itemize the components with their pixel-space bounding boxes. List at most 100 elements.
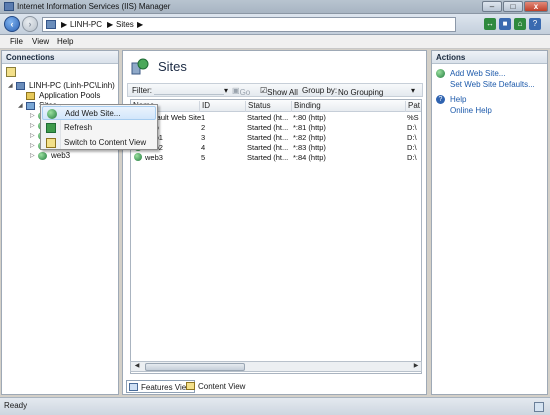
server-icon	[46, 20, 56, 29]
globe-icon	[134, 153, 142, 161]
expand-icon[interactable]: ▷	[30, 122, 36, 129]
cell-id: 4	[201, 143, 206, 152]
tree-label: LINH-PC (Linh-PC\Linh)	[29, 81, 115, 90]
home-icon[interactable]: ⌂	[514, 18, 526, 30]
connections-header: Connections	[2, 51, 118, 64]
title-bar: Internet Information Services (IIS) Mana…	[0, 0, 550, 14]
expand-icon[interactable]: ▷	[30, 112, 36, 119]
menu-view[interactable]: View	[32, 37, 49, 46]
content-view-icon	[186, 382, 195, 390]
close-button[interactable]: x	[524, 1, 548, 12]
context-menu: Add Web Site... Refresh Switch to Conten…	[40, 104, 158, 150]
cell-name: web3	[145, 153, 163, 162]
tree-label: Application Pools	[39, 91, 101, 100]
help-icon: ?	[436, 95, 445, 104]
action-label: Set Web Site Defaults...	[450, 80, 535, 89]
server-icon	[16, 82, 25, 90]
window-title: Internet Information Services (IIS) Mana…	[17, 2, 171, 11]
breadcrumb-separator[interactable]: ▶	[61, 20, 67, 29]
maximize-button[interactable]: □	[503, 1, 523, 12]
context-add-web-site[interactable]: Add Web Site...	[42, 106, 156, 120]
view-tabs: Features View Content View	[126, 380, 424, 393]
cell-path: %S	[407, 113, 419, 122]
cell-status: Started (ht...	[247, 153, 289, 162]
menu-help[interactable]: Help	[57, 37, 73, 46]
cell-binding: *:83 (http)	[293, 143, 326, 152]
app-pool-icon	[26, 92, 35, 100]
cell-binding: *:80 (http)	[293, 113, 326, 122]
status-text: Ready	[4, 401, 28, 410]
filter-dropdown-icon[interactable]: ▾	[224, 86, 228, 95]
go-button[interactable]: ▣ Go	[232, 86, 250, 97]
context-label: Refresh	[64, 123, 93, 132]
cell-path: D:\	[407, 123, 417, 132]
expand-icon[interactable]: ▷	[30, 132, 36, 139]
expand-icon[interactable]: ▷	[30, 142, 36, 149]
menu-file[interactable]: File	[10, 37, 23, 46]
scroll-right-icon[interactable]: ▶	[411, 362, 421, 371]
iis-app-icon	[4, 2, 14, 11]
help-icon[interactable]: ?	[529, 18, 541, 30]
stop-icon[interactable]: ■	[499, 18, 511, 30]
features-view-icon	[129, 383, 138, 391]
address-bar: ‹ › ▶ LINH-PC ▶ Sites ▶ ↔ ■ ⌂ ?	[0, 14, 550, 35]
cell-status: Started (ht...	[247, 113, 289, 122]
network-icon	[534, 402, 544, 412]
connections-panel: Connections ◢ LINH-PC (Linh-PC\Linh) App…	[1, 50, 119, 395]
sites-folder-icon	[26, 102, 35, 110]
group-by-label: Group by:	[302, 86, 338, 95]
expand-icon[interactable]: ▷	[30, 152, 36, 159]
table-row[interactable]: web1 3 Started (ht... *:82 (http) D:\	[131, 133, 421, 143]
collapse-icon[interactable]: ◢	[18, 102, 24, 109]
minimize-button[interactable]: –	[482, 1, 502, 12]
table-row[interactable]: web 2 Started (ht... *:81 (http) D:\	[131, 123, 421, 133]
column-path[interactable]: Pat	[405, 101, 421, 112]
scroll-left-icon[interactable]: ◀	[132, 362, 142, 371]
breadcrumb-separator[interactable]: ▶	[137, 20, 143, 29]
context-label: Switch to Content View	[64, 138, 147, 147]
forward-button[interactable]: ›	[22, 16, 38, 32]
collapse-icon[interactable]: ◢	[8, 82, 14, 89]
column-id[interactable]: ID	[199, 101, 245, 112]
context-switch-to-content-view[interactable]: Switch to Content View	[42, 136, 156, 150]
table-row[interactable]: web2 4 Started (ht... *:83 (http) D:\	[131, 143, 421, 153]
connect-icon[interactable]: ↔	[484, 18, 496, 30]
new-connection-icon[interactable]	[6, 67, 16, 77]
filter-label: Filter:	[132, 86, 152, 95]
breadcrumb-linh-pc[interactable]: LINH-PC	[70, 20, 102, 29]
cell-binding: *:81 (http)	[293, 123, 326, 132]
show-all-button[interactable]: ☑ Show All	[260, 86, 298, 97]
table-row[interactable]: Default Web Site 1 Started (ht... *:80 (…	[131, 113, 421, 123]
cell-status: Started (ht...	[247, 123, 289, 132]
menu-bar: File View Help	[0, 35, 550, 49]
show-all-label: Show All	[267, 88, 298, 97]
breadcrumb-sites[interactable]: Sites	[116, 20, 134, 29]
scrollbar-thumb[interactable]	[145, 363, 245, 371]
group-by-value: No Grouping	[338, 88, 384, 97]
breadcrumb-separator[interactable]: ▶	[107, 20, 113, 29]
cell-binding: *:84 (http)	[293, 153, 326, 162]
action-label: Add Web Site...	[450, 69, 506, 78]
filter-bar: Filter: ▾ ▣ Go ☑ Show All Group by: No G…	[127, 83, 423, 97]
sites-panel: Sites Filter: ▾ ▣ Go ☑ Show All Group by…	[122, 50, 427, 395]
breadcrumb[interactable]: ▶ LINH-PC ▶ Sites ▶	[42, 17, 456, 32]
actions-header: Actions	[432, 51, 547, 64]
filter-input[interactable]	[154, 85, 224, 95]
go-label: Go	[239, 88, 251, 97]
back-button[interactable]: ‹	[4, 16, 20, 32]
cell-id: 1	[201, 113, 206, 122]
tree-label: web3	[51, 151, 71, 160]
horizontal-scrollbar[interactable]: ◀ ▶	[130, 361, 422, 372]
context-refresh[interactable]: Refresh	[42, 121, 156, 135]
column-status[interactable]: Status	[245, 101, 291, 112]
content-view-icon	[46, 138, 56, 148]
page-title: Sites	[158, 59, 187, 74]
table-header: Name ID Status Binding Pat	[131, 100, 421, 112]
sites-header: Sites	[123, 51, 426, 81]
sites-table: Name ID Status Binding Pat Default Web S…	[130, 99, 422, 374]
action-label: Help	[450, 95, 467, 104]
tab-content-view[interactable]: Content View	[184, 380, 247, 393]
table-row[interactable]: web3 5 Started (ht... *:84 (http) D:\	[131, 153, 421, 163]
column-binding[interactable]: Binding	[291, 101, 405, 112]
add-site-icon	[47, 109, 57, 119]
